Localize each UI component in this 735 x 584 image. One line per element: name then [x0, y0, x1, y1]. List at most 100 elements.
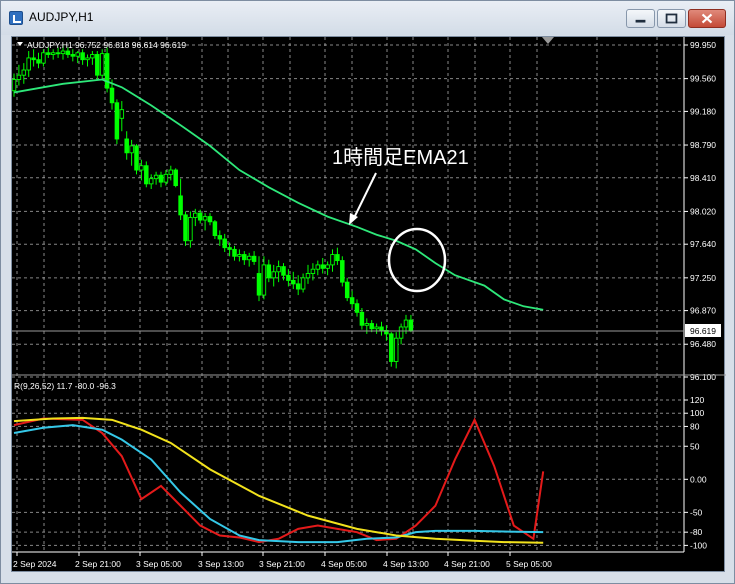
bear-candle [369, 323, 374, 330]
oscillator-line [13, 416, 544, 544]
bull-candle [300, 277, 306, 290]
bear-candle [227, 247, 232, 250]
bull-candle [193, 212, 198, 218]
maximize-button[interactable] [657, 9, 686, 28]
bear-candle [65, 50, 71, 55]
bear-candle [232, 248, 237, 257]
price-tick-label: 99.950 [690, 40, 716, 50]
close-button[interactable] [688, 9, 726, 28]
window-title: AUDJPY,H1 [29, 10, 94, 24]
highlight-circle [387, 227, 447, 293]
collapse-triangle-icon[interactable] [17, 42, 23, 46]
current-price-label: 96.619 [690, 326, 716, 336]
price-tick-label: 99.180 [690, 106, 716, 116]
bull-candle [16, 74, 22, 80]
price-tick-label: 97.640 [690, 239, 716, 249]
bull-candle [305, 273, 311, 279]
bull-candle [168, 169, 174, 175]
bear-candle [295, 283, 301, 290]
bull-candle [271, 271, 276, 279]
bull-candle [246, 255, 252, 261]
oscillator-series [13, 416, 545, 544]
bear-candle [114, 102, 120, 140]
bear-candle [389, 333, 394, 362]
bull-candle [325, 264, 330, 269]
bull-candle [148, 178, 154, 185]
bull-candle [202, 216, 208, 221]
oscillator-tick-label: 0.00 [690, 474, 707, 484]
candlestick-series [11, 45, 414, 369]
bear-candle [266, 264, 272, 279]
price-tick-label: 96.480 [690, 339, 716, 349]
bull-candle [119, 109, 125, 119]
minimize-button[interactable] [626, 9, 655, 28]
bull-candle [99, 53, 105, 76]
bear-candle [359, 311, 365, 326]
price-tick-label: 96.870 [690, 306, 716, 316]
bull-candle [75, 52, 80, 57]
bear-candle [183, 214, 188, 242]
maximize-icon [665, 13, 678, 24]
oscillator-tick-label: 100 [690, 408, 704, 418]
bear-candle [212, 221, 218, 237]
indicator-header-text: R(9,26,52) 11.7 -80.0 -96.3 [14, 381, 116, 391]
bear-candle [408, 319, 414, 331]
bear-candle [335, 254, 340, 262]
bear-candle [55, 52, 61, 55]
bear-candle [158, 174, 164, 183]
time-tick-label: 2 Sep 21:00 [75, 559, 121, 569]
bear-candle [124, 138, 129, 154]
price-header-text: AUDJPY,H1 96.752 96.818 96.614 96.619 [27, 40, 186, 50]
bull-candle [330, 254, 335, 266]
bull-candle [163, 173, 169, 183]
bull-candle [276, 266, 281, 273]
price-tick-label: 96.100 [690, 372, 716, 382]
price-tick-label: 98.790 [690, 140, 716, 150]
bear-candle [354, 303, 360, 313]
price-tick-label: 98.410 [690, 173, 716, 183]
bear-candle [31, 57, 36, 61]
shift-marker-icon[interactable] [542, 37, 554, 44]
bear-candle [349, 297, 355, 305]
bear-candle [281, 266, 286, 276]
price-tick-label: 99.560 [690, 74, 716, 84]
bear-candle [46, 52, 51, 55]
bear-candle [340, 260, 345, 283]
bear-candle [256, 273, 262, 296]
bull-candle [188, 217, 193, 242]
bear-candle [251, 255, 257, 262]
bear-candle [104, 53, 110, 89]
bull-candle [11, 79, 17, 92]
time-tick-label: 4 Sep 05:00 [321, 559, 367, 569]
bear-candle [286, 274, 291, 281]
bull-candle [403, 319, 409, 328]
time-tick-label: 4 Sep 13:00 [383, 559, 429, 569]
bear-candle [344, 281, 350, 299]
bear-candle [207, 216, 213, 223]
bear-candle [291, 279, 296, 285]
bull-candle [261, 264, 267, 296]
bear-candle [70, 54, 76, 57]
close-icon [701, 13, 713, 24]
annotation-arrow-icon [349, 172, 377, 225]
bull-candle [129, 145, 134, 154]
bear-candle [144, 165, 149, 185]
bear-candle [222, 238, 227, 249]
bear-candle [134, 145, 139, 171]
bear-candle [178, 195, 183, 216]
chart-window: AUDJPY,H1 99.950 99.560 99.180 98.790 98.410… [0, 0, 735, 584]
chart-svg[interactable]: 99.950 99.560 99.180 98.790 98.410 98.020 97.6… [11, 37, 726, 573]
oscillator-tick-label: 80 [690, 421, 700, 431]
bull-candle [398, 326, 404, 339]
chart-area[interactable]: 99.950 99.560 99.180 98.790 98.410 98.020 97.6… [11, 36, 726, 573]
bull-candle [26, 57, 31, 71]
title-bar[interactable]: AUDJPY,H1 [1, 1, 734, 35]
price-panel-header: AUDJPY,H1 96.752 96.818 96.614 96.619 [17, 40, 186, 50]
price-tick-label: 98.020 [690, 206, 716, 216]
time-tick-label: 3 Sep 13:00 [198, 559, 244, 569]
bull-candle [374, 326, 379, 330]
time-tick-label: 4 Sep 21:00 [444, 559, 490, 569]
bear-candle [109, 87, 115, 104]
bull-candle [315, 264, 321, 270]
bear-candle [80, 52, 85, 61]
